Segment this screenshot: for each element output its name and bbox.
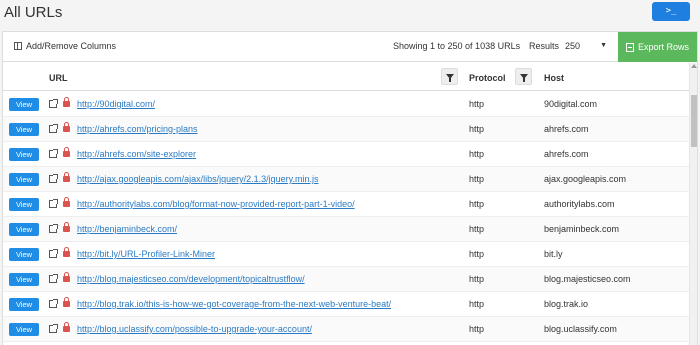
- url-link[interactable]: http://blog.majesticseo.com/development/…: [77, 274, 305, 284]
- host-cell: ahrefs.com: [544, 124, 589, 134]
- url-link[interactable]: http://benjaminbeck.com/: [77, 224, 177, 234]
- lock-icon: [63, 172, 70, 182]
- lock-icon: [63, 322, 70, 332]
- external-link-icon[interactable]: [49, 149, 58, 158]
- view-button[interactable]: View: [9, 323, 39, 336]
- table-body: View http://90digital.com/http 90digital.c…: [3, 92, 689, 342]
- lock-icon: [63, 222, 70, 232]
- host-cell: authoritylabs.com: [544, 199, 615, 209]
- protocol-cell: http: [469, 274, 485, 284]
- lock-icon: [63, 297, 70, 307]
- vertical-scrollbar[interactable]: [689, 63, 697, 345]
- url-link[interactable]: http://blog.uclassify.com/possible-to-up…: [77, 324, 312, 334]
- export-rows-button[interactable]: Export Rows: [618, 32, 697, 62]
- lock-icon: [63, 197, 70, 207]
- external-link-icon[interactable]: [49, 124, 58, 133]
- url-link[interactable]: http://ajax.googleapis.com/ajax/libs/jqu…: [77, 174, 318, 184]
- scrollbar-thumb[interactable]: [691, 95, 697, 147]
- host-cell: blog.trak.io: [544, 299, 589, 309]
- view-button[interactable]: View: [9, 148, 39, 161]
- host-cell: blog.uclassify.com: [544, 324, 617, 334]
- host-cell: ajax.googleapis.com: [544, 174, 627, 184]
- scroll-up-arrow-icon[interactable]: [691, 64, 697, 68]
- view-button[interactable]: View: [9, 223, 39, 236]
- protocol-cell: http: [469, 299, 485, 309]
- external-link-icon[interactable]: [49, 324, 58, 333]
- protocol-cell: http: [469, 224, 485, 234]
- table-row: View http://blog.majesticseo.com/developm…: [3, 267, 689, 292]
- lock-icon: [63, 122, 70, 132]
- lock-icon: [63, 272, 70, 282]
- table-row: View http://authoritylabs.com/blog/format…: [3, 192, 689, 217]
- host-cell: ahrefs.com: [544, 149, 589, 159]
- export-rows-label: Export Rows: [637, 42, 690, 52]
- lock-icon: [63, 247, 70, 257]
- table-row: View http://benjaminbeck.com/http benjamin…: [3, 217, 689, 242]
- caret-down-icon: ▼: [600, 42, 607, 49]
- view-button[interactable]: View: [9, 248, 39, 261]
- protocol-cell: http: [469, 174, 485, 184]
- external-link-icon[interactable]: [49, 99, 58, 108]
- host-cell: bit.ly: [544, 249, 563, 259]
- add-remove-columns-label: Add/Remove Columns: [26, 41, 117, 51]
- url-link[interactable]: http://ahrefs.com/pricing-plans: [77, 124, 198, 134]
- table-row: View http://ahrefs.com/pricing-plans http a…: [3, 117, 689, 142]
- view-button[interactable]: View: [9, 273, 39, 286]
- table-toolbar: Add/Remove Columns Showing 1 to 250 of 1…: [3, 32, 697, 62]
- external-link-icon[interactable]: [49, 299, 58, 308]
- showing-count: Showing 1 to 250 of 1038 URLs: [393, 41, 521, 51]
- column-header-protocol[interactable]: Protocol: [469, 73, 506, 83]
- table-row: View http://blog.trak.io/this-is-how-we-g…: [3, 292, 689, 317]
- external-link-icon[interactable]: [49, 274, 58, 283]
- table-row: View http://90digital.com/http 90digital.c…: [3, 92, 689, 117]
- host-cell: benjaminbeck.com: [544, 224, 620, 234]
- host-cell: 90digital.com: [544, 99, 598, 109]
- table-row: View http://bit.ly/URL-Profiler-Link-Mine…: [3, 242, 689, 267]
- filter-icon: [445, 74, 454, 82]
- url-link[interactable]: http://blog.trak.io/this-is-how-we-got-c…: [77, 299, 391, 309]
- protocol-cell: http: [469, 324, 485, 334]
- url-filter-button[interactable]: [441, 68, 458, 85]
- protocol-cell: http: [469, 99, 485, 109]
- terminal-button[interactable]: >_: [652, 2, 690, 21]
- add-remove-columns-button[interactable]: Add/Remove Columns: [14, 41, 116, 51]
- view-button[interactable]: View: [9, 123, 39, 136]
- column-header-url[interactable]: URL: [49, 73, 68, 83]
- spreadsheet-icon: [625, 42, 634, 52]
- external-link-icon[interactable]: [49, 224, 58, 233]
- view-button[interactable]: View: [9, 198, 39, 211]
- external-link-icon[interactable]: [49, 199, 58, 208]
- page-title: All URLs: [4, 4, 63, 21]
- protocol-cell: http: [469, 124, 485, 134]
- results-value: 250: [565, 41, 581, 51]
- filter-icon: [519, 74, 528, 82]
- view-button[interactable]: View: [9, 173, 39, 186]
- lock-icon: [63, 147, 70, 157]
- table-row: View http://ahrefs.com/site-explorer http a…: [3, 142, 689, 167]
- table-row: View http://ajax.googleapis.com/ajax/libs…: [3, 167, 689, 192]
- external-link-icon[interactable]: [49, 249, 58, 258]
- protocol-cell: http: [469, 249, 485, 259]
- protocol-cell: http: [469, 199, 485, 209]
- url-link[interactable]: http://bit.ly/URL-Profiler-Link-Miner: [77, 249, 215, 259]
- table-row: View http://blog.uclassify.com/possible-t…: [3, 317, 689, 342]
- column-header-host[interactable]: Host: [544, 73, 564, 83]
- url-link[interactable]: http://90digital.com/: [77, 99, 155, 109]
- results-select[interactable]: 250 ▼: [565, 41, 607, 51]
- columns-icon: [14, 42, 22, 50]
- table-header: URL Protocol Host: [3, 63, 689, 91]
- url-link[interactable]: http://ahrefs.com/site-explorer: [77, 149, 196, 159]
- url-link[interactable]: http://authoritylabs.com/blog/format-now…: [77, 199, 355, 209]
- results-label: Results: [529, 41, 560, 51]
- host-cell: blog.majesticseo.com: [544, 274, 631, 284]
- lock-icon: [63, 97, 70, 107]
- view-button[interactable]: View: [9, 98, 39, 111]
- external-link-icon[interactable]: [49, 174, 58, 183]
- protocol-cell: http: [469, 149, 485, 159]
- view-button[interactable]: View: [9, 298, 39, 311]
- urls-panel: Add/Remove Columns Showing 1 to 250 of 1…: [2, 31, 698, 345]
- protocol-filter-button[interactable]: [515, 68, 532, 85]
